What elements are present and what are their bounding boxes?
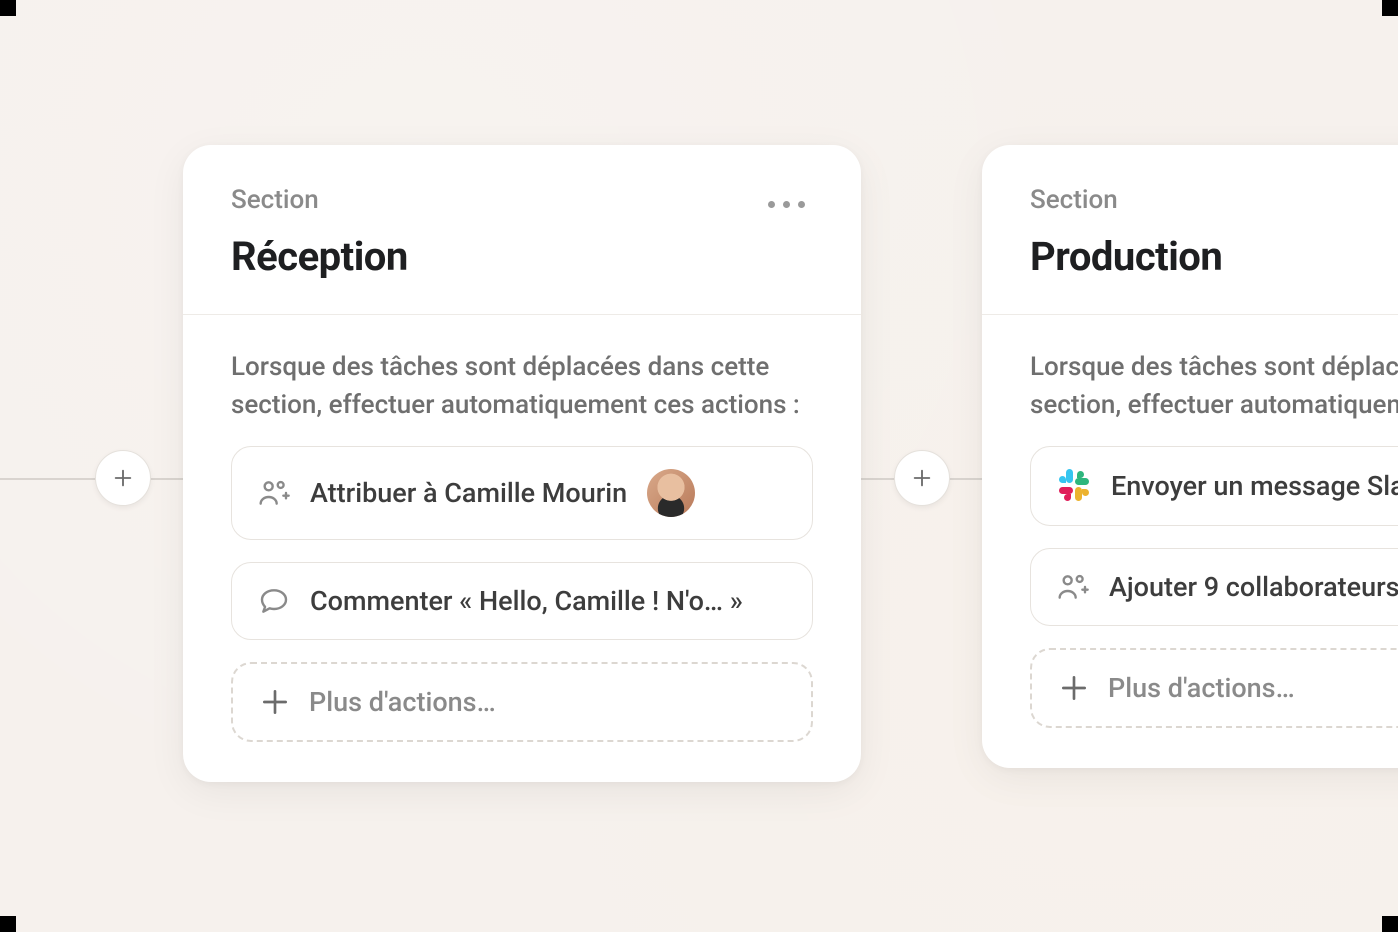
section-title: Production: [1030, 233, 1222, 280]
people-plus-icon: [258, 477, 290, 509]
add-section-button[interactable]: [95, 450, 151, 506]
automation-action-label: Envoyer un message Slack: [1111, 470, 1398, 502]
people-plus-icon: [1057, 571, 1089, 603]
comment-icon: [258, 585, 290, 617]
automation-action-assign[interactable]: Attribuer à Camille Mourin: [231, 446, 813, 540]
section-title: Réception: [231, 233, 408, 280]
automation-action-collaborators[interactable]: Ajouter 9 collaborateurs: [1030, 548, 1398, 626]
plus-icon: [1058, 672, 1090, 704]
section-card-header: Section Production: [982, 145, 1398, 315]
ellipsis-icon: [783, 201, 790, 208]
corner-decoration: [0, 0, 16, 16]
corner-decoration: [1382, 0, 1398, 16]
trigger-description: Lorsque des tâches sont déplacées dans c…: [231, 349, 813, 424]
add-action-label: Plus d'actions…: [1108, 672, 1295, 704]
add-action-button[interactable]: Plus d'actions…: [231, 662, 813, 742]
automation-action-label: Attribuer à Camille Mourin: [310, 477, 627, 509]
corner-decoration: [1382, 916, 1398, 932]
section-card-production: Section Production Lorsque des tâches so…: [982, 145, 1398, 768]
automation-action-label: Ajouter 9 collaborateurs: [1109, 571, 1398, 603]
section-card-reception: Section Réception Lorsque des tâches son…: [183, 145, 861, 782]
plus-icon: [112, 467, 134, 489]
ellipsis-icon: [798, 201, 805, 208]
automation-action-slack[interactable]: Envoyer un message Slack: [1030, 446, 1398, 526]
plus-icon: [911, 467, 933, 489]
section-card-body: Lorsque des tâches sont déplacées dans c…: [183, 315, 861, 782]
assignee-avatar: [647, 469, 695, 517]
plus-icon: [259, 686, 291, 718]
trigger-description: Lorsque des tâches sont déplacées dans c…: [1030, 349, 1398, 424]
section-type-label: Section: [231, 185, 408, 215]
section-card-header: Section Réception: [183, 145, 861, 315]
slack-icon: [1057, 469, 1091, 503]
automation-action-label: Commenter « Hello, Camille ! N'o… »: [310, 585, 743, 617]
corner-decoration: [0, 916, 16, 932]
section-more-menu-button[interactable]: [760, 191, 813, 218]
add-section-button[interactable]: [894, 450, 950, 506]
automation-action-comment[interactable]: Commenter « Hello, Camille ! N'o… »: [231, 562, 813, 640]
section-type-label: Section: [1030, 185, 1222, 215]
add-action-label: Plus d'actions…: [309, 686, 496, 718]
section-card-body: Lorsque des tâches sont déplacées dans c…: [982, 315, 1398, 768]
add-action-button[interactable]: Plus d'actions…: [1030, 648, 1398, 728]
ellipsis-icon: [768, 201, 775, 208]
